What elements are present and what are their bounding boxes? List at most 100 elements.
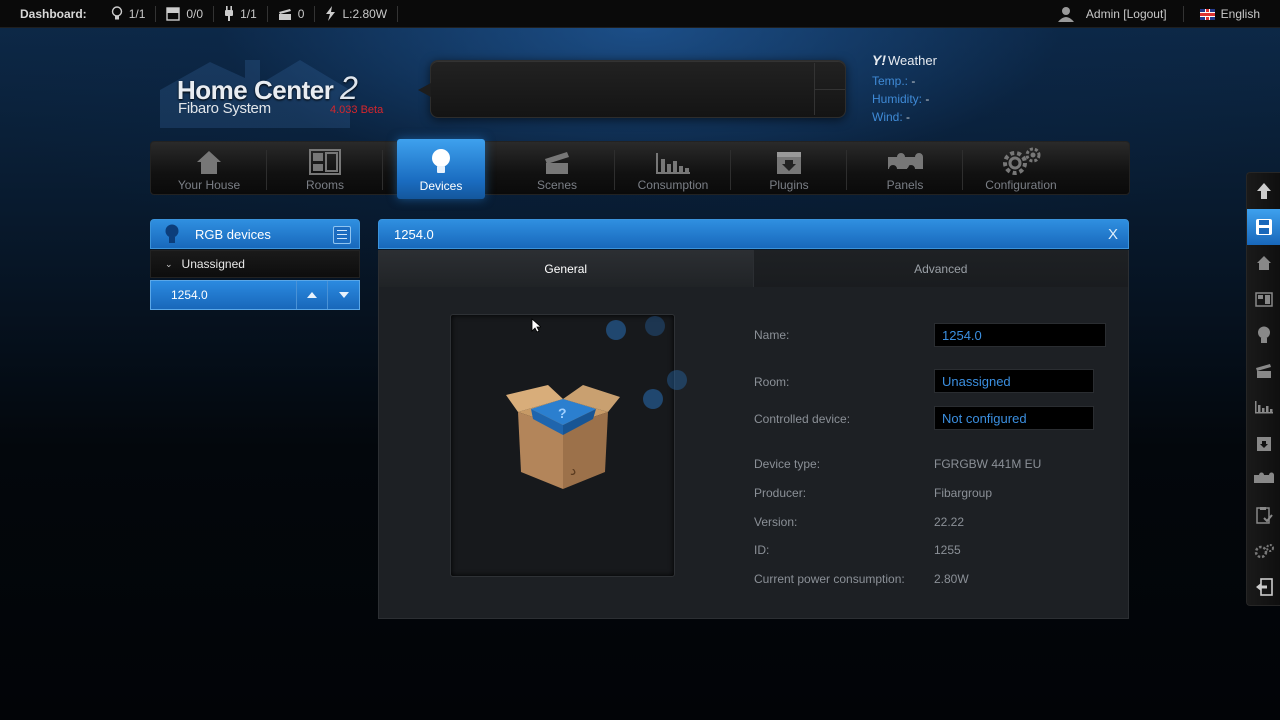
rail-consumption[interactable] — [1247, 389, 1280, 425]
svg-text:د: د — [570, 463, 576, 479]
stat-plugs[interactable]: 1/1 — [214, 5, 268, 22]
nav-devices[interactable]: Devices — [397, 139, 485, 199]
rooms-icon — [309, 149, 341, 175]
device-icon-frame[interactable]: ? د — [450, 314, 675, 577]
dashboard-label: Dashboard: — [20, 6, 87, 21]
producer-label: Producer: — [754, 486, 807, 500]
logo-subtitle: Fibaro System — [178, 100, 271, 117]
stat-lights[interactable]: 1/1 — [101, 5, 157, 22]
device-tabs: General Advanced — [379, 250, 1128, 287]
nav-consumption[interactable]: Consumption — [615, 142, 731, 196]
stat-power-value: L:2.80W — [342, 6, 388, 21]
svg-text:?: ? — [558, 405, 567, 421]
plugin-box-icon — [777, 152, 801, 174]
device-category-header[interactable]: RGB devices — [150, 219, 360, 249]
move-up-button[interactable] — [295, 281, 328, 309]
stat-blinds-value: 0/0 — [186, 6, 204, 21]
stat-blinds[interactable]: 0/0 — [156, 5, 215, 22]
device-type-value: FGRGBW 441M EU — [934, 457, 1042, 471]
nav-configuration[interactable]: Configuration — [963, 142, 1079, 196]
blind-icon — [166, 6, 181, 21]
clipboard-check-icon — [1256, 507, 1273, 524]
device-list-item-label: 1254.0 — [171, 288, 208, 302]
rail-logout[interactable] — [1247, 569, 1280, 605]
tab-advanced[interactable]: Advanced — [753, 250, 1128, 287]
power-consumption-value: 2.80W — [934, 572, 969, 586]
rail-panels[interactable] — [1247, 461, 1280, 497]
plugin-box-icon — [1257, 436, 1271, 451]
unknown-device-box-icon: ? د — [506, 385, 620, 489]
language-label: English — [1220, 7, 1260, 21]
stat-scenes[interactable]: 0 — [268, 5, 316, 22]
chart-icon — [656, 153, 690, 174]
stat-lights-value: 1/1 — [128, 6, 146, 21]
house-icon — [197, 151, 221, 174]
controlled-device-label: Controlled device: — [754, 412, 851, 426]
main-nav: Your House Rooms Devices Scenes Consumpt… — [150, 139, 1130, 199]
home-center-logo[interactable]: Home Center 2 Fibaro System 4.033 Beta — [150, 42, 410, 132]
nav-rooms[interactable]: Rooms — [267, 142, 383, 196]
language-selector[interactable]: English — [1184, 7, 1280, 21]
weather-widget: Y! Weather Temp.: - Humidity: - Wind: - — [872, 52, 937, 128]
chart-icon — [1255, 401, 1273, 414]
puzzle-icon — [1254, 472, 1274, 483]
triangle-up-icon — [306, 292, 317, 298]
rail-plugins[interactable] — [1247, 425, 1280, 461]
move-down-button[interactable] — [327, 281, 359, 309]
weather-title: Weather — [888, 52, 937, 68]
user-logout-link[interactable]: Admin [Logout] — [1086, 7, 1167, 21]
stat-plugs-value: 1/1 — [240, 6, 257, 21]
device-list-item[interactable]: 1254.0 — [150, 280, 360, 310]
room-group-label: Unassigned — [181, 257, 245, 271]
device-type-label: Device type: — [754, 457, 821, 471]
stat-power[interactable]: L:2.80W — [315, 5, 399, 22]
rail-rooms[interactable] — [1247, 281, 1280, 317]
scene-icon — [278, 8, 291, 20]
stat-scenes-value: 0 — [297, 6, 305, 21]
room-select[interactable]: Unassigned — [934, 369, 1094, 393]
nav-your-house[interactable]: Your House — [151, 142, 267, 196]
weather-humidity: Humidity: - — [872, 92, 930, 106]
rail-save[interactable] — [1247, 209, 1280, 245]
arrow-up-icon — [1257, 183, 1271, 199]
bulb-icon — [432, 149, 450, 173]
name-input[interactable]: 1254.0 — [934, 323, 1106, 347]
list-view-button[interactable] — [333, 226, 351, 244]
room-label: Room: — [754, 375, 790, 389]
version-label: Version: — [754, 515, 798, 529]
nav-plugins[interactable]: Plugins — [731, 142, 847, 196]
weather-temp: Temp.: - — [872, 74, 916, 88]
plug-icon — [225, 6, 234, 21]
save-icon — [1256, 219, 1272, 235]
controlled-device-select[interactable]: Not configured — [934, 406, 1094, 430]
producer-value: Fibargroup — [934, 486, 993, 500]
device-detail-header: 1254.0 X — [378, 219, 1129, 249]
weather-wind: Wind: - — [872, 110, 911, 124]
close-button[interactable]: X — [1108, 226, 1118, 243]
id-label: ID: — [754, 543, 770, 557]
logout-icon — [1256, 578, 1273, 596]
rail-scenes[interactable] — [1247, 353, 1280, 389]
user-menu[interactable]: Admin [Logout] — [1057, 6, 1184, 22]
rail-notes[interactable] — [1247, 497, 1280, 533]
quick-access-rail — [1246, 172, 1280, 606]
bulb-icon — [165, 224, 179, 243]
rail-devices[interactable] — [1247, 317, 1280, 353]
user-icon — [1057, 7, 1074, 22]
power-icon — [326, 6, 336, 21]
firmware-version: 4.033 Beta — [330, 104, 384, 116]
nav-panels[interactable]: Panels — [847, 142, 963, 196]
clapper-icon — [1256, 364, 1271, 378]
gears-icon — [1003, 147, 1041, 175]
id-value: 1255 — [934, 543, 961, 557]
bulb-icon — [111, 6, 122, 20]
nav-scenes[interactable]: Scenes — [499, 142, 615, 196]
rail-scroll-top[interactable] — [1247, 173, 1280, 209]
name-label: Name: — [754, 328, 790, 342]
mouse-cursor-icon — [531, 318, 541, 333]
bulb-icon — [1258, 326, 1270, 343]
room-group-unassigned[interactable]: ⌄ Unassigned — [150, 250, 360, 278]
rail-house[interactable] — [1247, 245, 1280, 281]
tab-general[interactable]: General — [379, 250, 754, 287]
rail-configuration[interactable] — [1247, 533, 1280, 569]
